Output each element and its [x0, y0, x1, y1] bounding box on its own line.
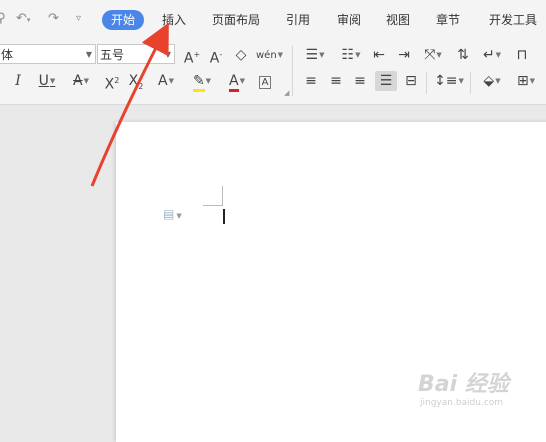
shrink-font-button[interactable]: A- — [207, 45, 225, 67]
toolbar-row-2: I U▼ A▼ X2 X2 A▼ ✎▼ A▼ A ◢ ≡ ≡ ≡ ☰ ⊟ ↕≡▼… — [0, 70, 546, 97]
subscript-button[interactable]: X2 — [126, 71, 146, 91]
tab-developer-tools[interactable]: 开发工具 — [489, 11, 537, 29]
paragraph-mark-icon: ↵ — [482, 47, 495, 63]
text-effect-button[interactable]: A▼ — [152, 71, 180, 91]
borders-icon: ⊞ — [516, 73, 529, 89]
tab-insert[interactable]: 插入 — [162, 11, 186, 29]
highlight-button[interactable]: ✎▼ — [187, 71, 217, 92]
justify-button[interactable]: ☰ — [375, 71, 397, 91]
distribute-button[interactable]: ⊟ — [402, 71, 420, 91]
font-size-value: 五号 — [100, 48, 125, 62]
strikethrough-button[interactable]: A▼ — [67, 71, 95, 91]
font-dialog-launcher-icon[interactable]: ◢ — [284, 89, 289, 97]
chinese-layout-button[interactable]: ⤧▼ — [420, 45, 446, 65]
clear-format-button[interactable]: ◇ — [232, 45, 250, 65]
group-separator — [470, 72, 471, 94]
distribute-icon: ⊟ — [405, 73, 417, 89]
tab-page-layout[interactable]: 页面布局 — [212, 11, 260, 29]
font-color-button[interactable]: A▼ — [222, 71, 252, 92]
align-center-icon: ≡ — [330, 73, 342, 89]
borders-button[interactable]: ⊞▼ — [512, 71, 540, 91]
chevron-down-icon: ▼ — [85, 50, 92, 59]
ribbon: ⚲ ↶▾ ↷ ▿ 开始 插入 页面布局 引用 审阅 视图 章节 开发工具 体 ▼… — [0, 0, 546, 105]
increase-indent-button[interactable]: ⇥ — [395, 45, 413, 65]
font-family-value: 体 — [1, 48, 14, 62]
align-center-button[interactable]: ≡ — [327, 71, 345, 91]
highlighter-icon: ✎ — [192, 73, 205, 92]
line-spacing-button[interactable]: ↕≡▼ — [434, 71, 464, 91]
grow-font-button[interactable]: A+ — [183, 45, 201, 67]
ruler-icon: ⊓ — [516, 47, 528, 63]
decrease-indent-icon: ⇤ — [373, 47, 385, 63]
watermark: Bai 经验 — [418, 372, 509, 397]
tab-start[interactable]: 开始 — [102, 10, 145, 30]
group-separator — [292, 46, 293, 96]
sort-button[interactable]: ⇅ — [454, 45, 472, 65]
phonetic-guide-button[interactable]: wén▼ — [256, 45, 283, 65]
tab-review[interactable]: 审阅 — [337, 11, 361, 29]
numbered-list-button[interactable]: ☷▼ — [338, 45, 364, 65]
align-right-icon: ≡ — [354, 73, 366, 89]
tab-chapter[interactable]: 章节 — [436, 11, 460, 29]
margin-corner-mark — [222, 186, 223, 206]
justify-icon: ☰ — [379, 73, 393, 89]
align-right-button[interactable]: ≡ — [351, 71, 369, 91]
italic-button[interactable]: I — [10, 71, 26, 91]
bullet-list-icon: ☰ — [305, 47, 319, 63]
menu-tabs: 开始 插入 页面布局 引用 审阅 视图 章节 开发工具 — [0, 8, 546, 34]
bullet-list-button[interactable]: ☰▼ — [302, 45, 328, 65]
tab-stops-button[interactable]: ⊓ — [511, 45, 533, 65]
chinese-layout-icon: ⤧ — [424, 47, 436, 63]
margin-corner-mark — [203, 205, 223, 206]
paint-bucket-icon: ⬙ — [483, 73, 495, 89]
font-size-select[interactable]: 五号 ▼ — [97, 44, 175, 64]
underline-button[interactable]: U▼ — [33, 71, 61, 91]
shading-button[interactable]: ⬙▼ — [478, 71, 506, 91]
numbered-list-icon: ☷ — [341, 47, 355, 63]
superscript-button[interactable]: X2 — [102, 71, 122, 93]
phonetic-icon: wén — [256, 50, 277, 61]
chevron-down-icon: ▼ — [164, 50, 171, 59]
character-border-button[interactable]: A — [256, 71, 274, 91]
group-separator — [426, 72, 427, 94]
show-hide-marks-button[interactable]: ↵▼ — [480, 45, 504, 65]
align-left-icon: ≡ — [305, 73, 317, 89]
line-spacing-icon: ↕≡ — [434, 73, 458, 89]
decrease-indent-button[interactable]: ⇤ — [370, 45, 388, 65]
toolbar-row-1: 体 ▼ 五号 ▼ A+ A- ◇ wén▼ ☰▼ ☷▼ ⇤ ⇥ ⤧▼ ⇅ ↵▼ … — [0, 44, 546, 70]
align-left-button[interactable]: ≡ — [302, 71, 320, 91]
font-family-select[interactable]: 体 ▼ — [0, 44, 96, 64]
tab-view[interactable]: 视图 — [386, 11, 410, 29]
text-cursor — [223, 209, 225, 224]
paragraph-layout-icon[interactable]: ▤ ▼ — [163, 207, 182, 221]
tab-references[interactable]: 引用 — [286, 11, 310, 29]
increase-indent-icon: ⇥ — [398, 47, 410, 63]
sort-icon: ⇅ — [457, 47, 469, 63]
watermark-url: jingyan.baidu.com — [420, 398, 504, 408]
